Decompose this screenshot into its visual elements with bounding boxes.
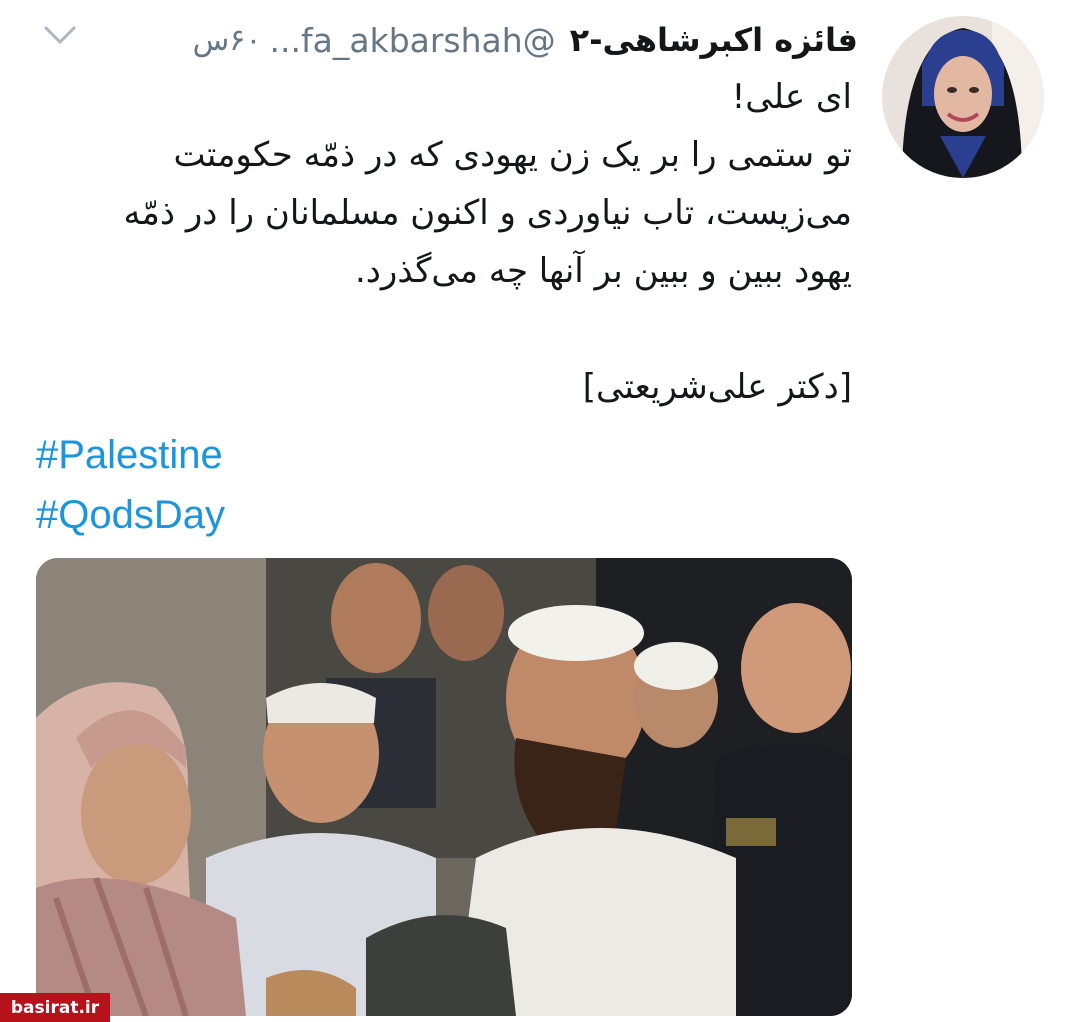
author-handle[interactable]: @fa_akbarshah... [270,21,556,60]
tweet-text-line: ای علی! [731,77,852,117]
hashtag-list: #Palestine #QodsDay [36,425,636,545]
tweet-text-line: [دکتر علی‌شریعتی] [582,367,852,407]
tweet-text-line: تو ستمی را بر یک زن یهودی که در ذمّه حکو… [173,135,852,175]
author-name[interactable]: فائزه اکبرشاهی-۲ [570,21,858,59]
hashtag-link[interactable]: #QodsDay [36,485,636,545]
tweet-text-line: یهود ببین و ببین بر آنها چه می‌گذرد. [354,251,852,291]
tweet-time[interactable]: ۶۰س [193,23,262,58]
chevron-down-icon[interactable] [42,22,78,46]
tweet-text-line: می‌زیست، تاب نیاوردی و اکنون مسلمانان را… [123,193,852,233]
tweet-header: فائزه اکبرشاهی-۲ @fa_akbarshah... ۶۰س [0,8,858,72]
tweet-text: ای علی! تو ستمی را بر یک زن یهودی که در … [40,68,852,416]
watermark: basirat.ir [0,993,110,1022]
avatar[interactable] [882,16,1044,178]
hashtag-link[interactable]: #Palestine [36,425,636,485]
tweet-text-line [40,300,852,358]
avatar-photo [882,16,1044,178]
tweet-media-photo[interactable] [36,558,852,1016]
